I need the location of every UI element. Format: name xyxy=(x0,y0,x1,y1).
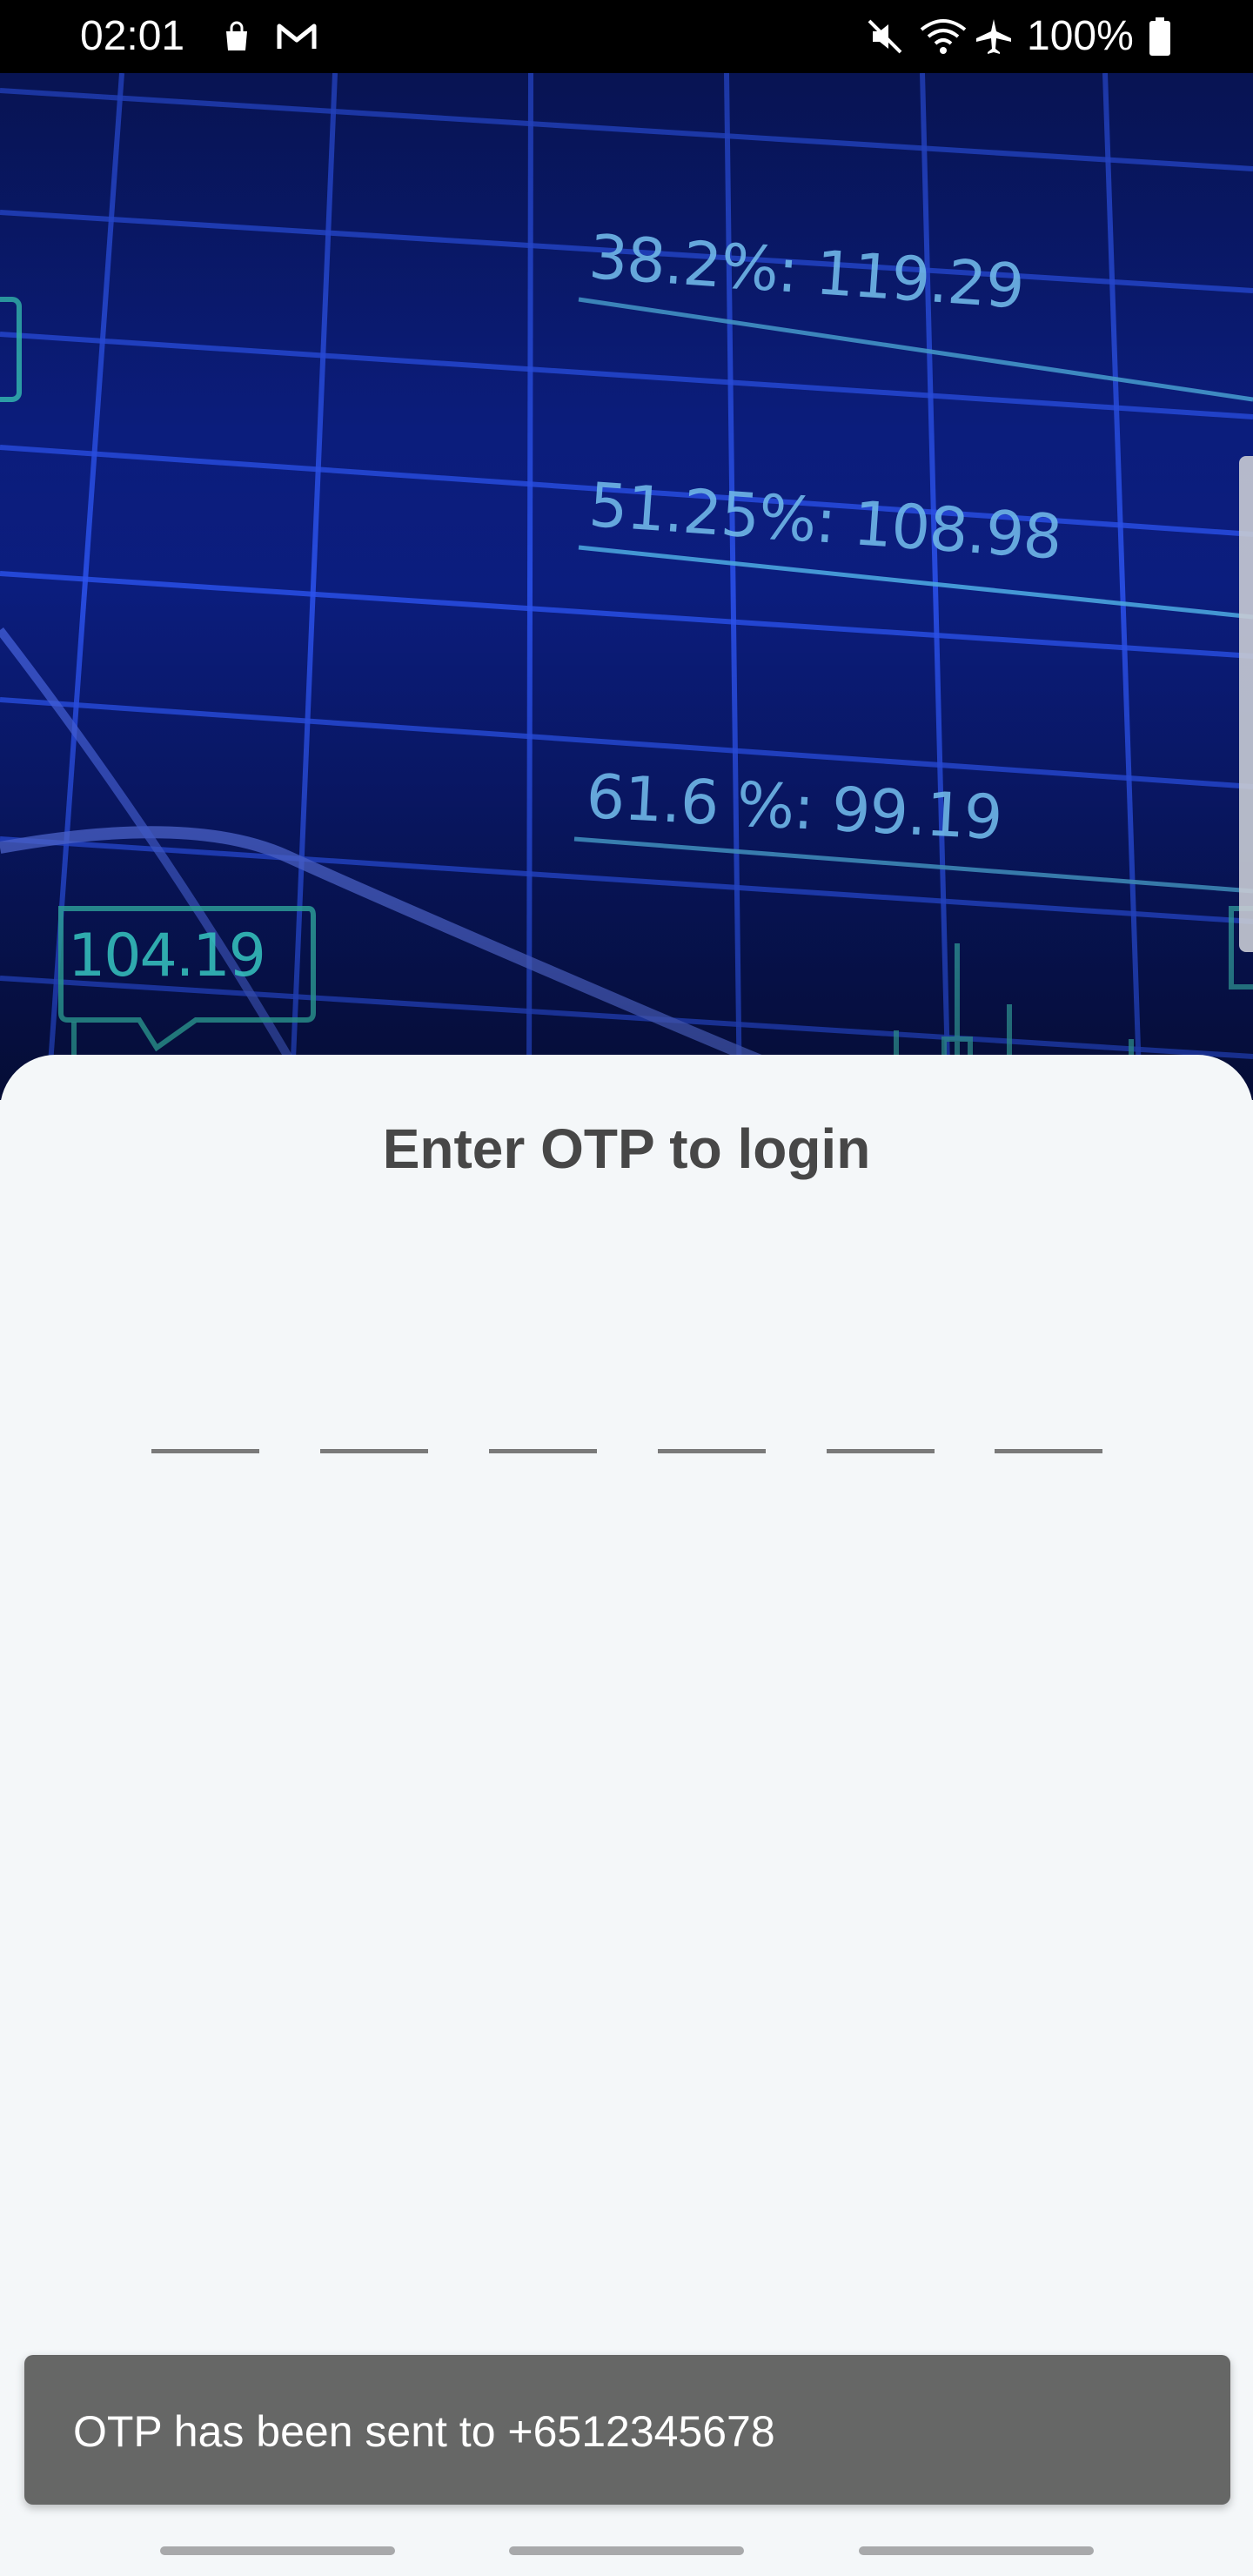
edge-panel-handle[interactable] xyxy=(1239,456,1253,952)
nav-back-handle[interactable] xyxy=(859,2546,1094,2555)
gmail-icon xyxy=(275,16,318,57)
otp-login-sheet xyxy=(0,1055,1253,2576)
otp-digit-5-field[interactable] xyxy=(827,1375,935,1453)
otp-digit-4-field[interactable] xyxy=(658,1375,766,1453)
hero-chart-image: 38.2%: 119.29 51.25%: 108.98 61.6 %: 99.… xyxy=(0,73,1253,1100)
airplane-mode-icon xyxy=(971,16,1016,57)
otp-digit-1-field[interactable] xyxy=(151,1375,259,1453)
mute-icon xyxy=(863,16,907,57)
price-tag-label: 104.19 xyxy=(68,922,266,990)
wifi-icon xyxy=(915,16,971,57)
otp-digit-6-field[interactable] xyxy=(995,1375,1102,1453)
battery-percent: 100% xyxy=(1027,13,1134,59)
otp-sent-snackbar: OTP has been sent to +6512345678 xyxy=(24,2355,1230,2505)
status-bar: 02:01 100% xyxy=(0,0,1253,73)
otp-digit-2-field[interactable] xyxy=(320,1375,428,1453)
otp-input-row xyxy=(0,1375,1253,1453)
otp-digit-3-field[interactable] xyxy=(489,1375,597,1453)
shopping-bag-icon xyxy=(218,16,256,57)
nav-home-handle[interactable] xyxy=(509,2546,744,2555)
status-time: 02:01 xyxy=(80,13,185,59)
otp-title: Enter OTP to login xyxy=(382,1117,871,1180)
snackbar-message: OTP has been sent to +6512345678 xyxy=(73,2407,775,2456)
nav-recents-handle[interactable] xyxy=(160,2546,395,2555)
battery-icon xyxy=(1145,16,1175,57)
